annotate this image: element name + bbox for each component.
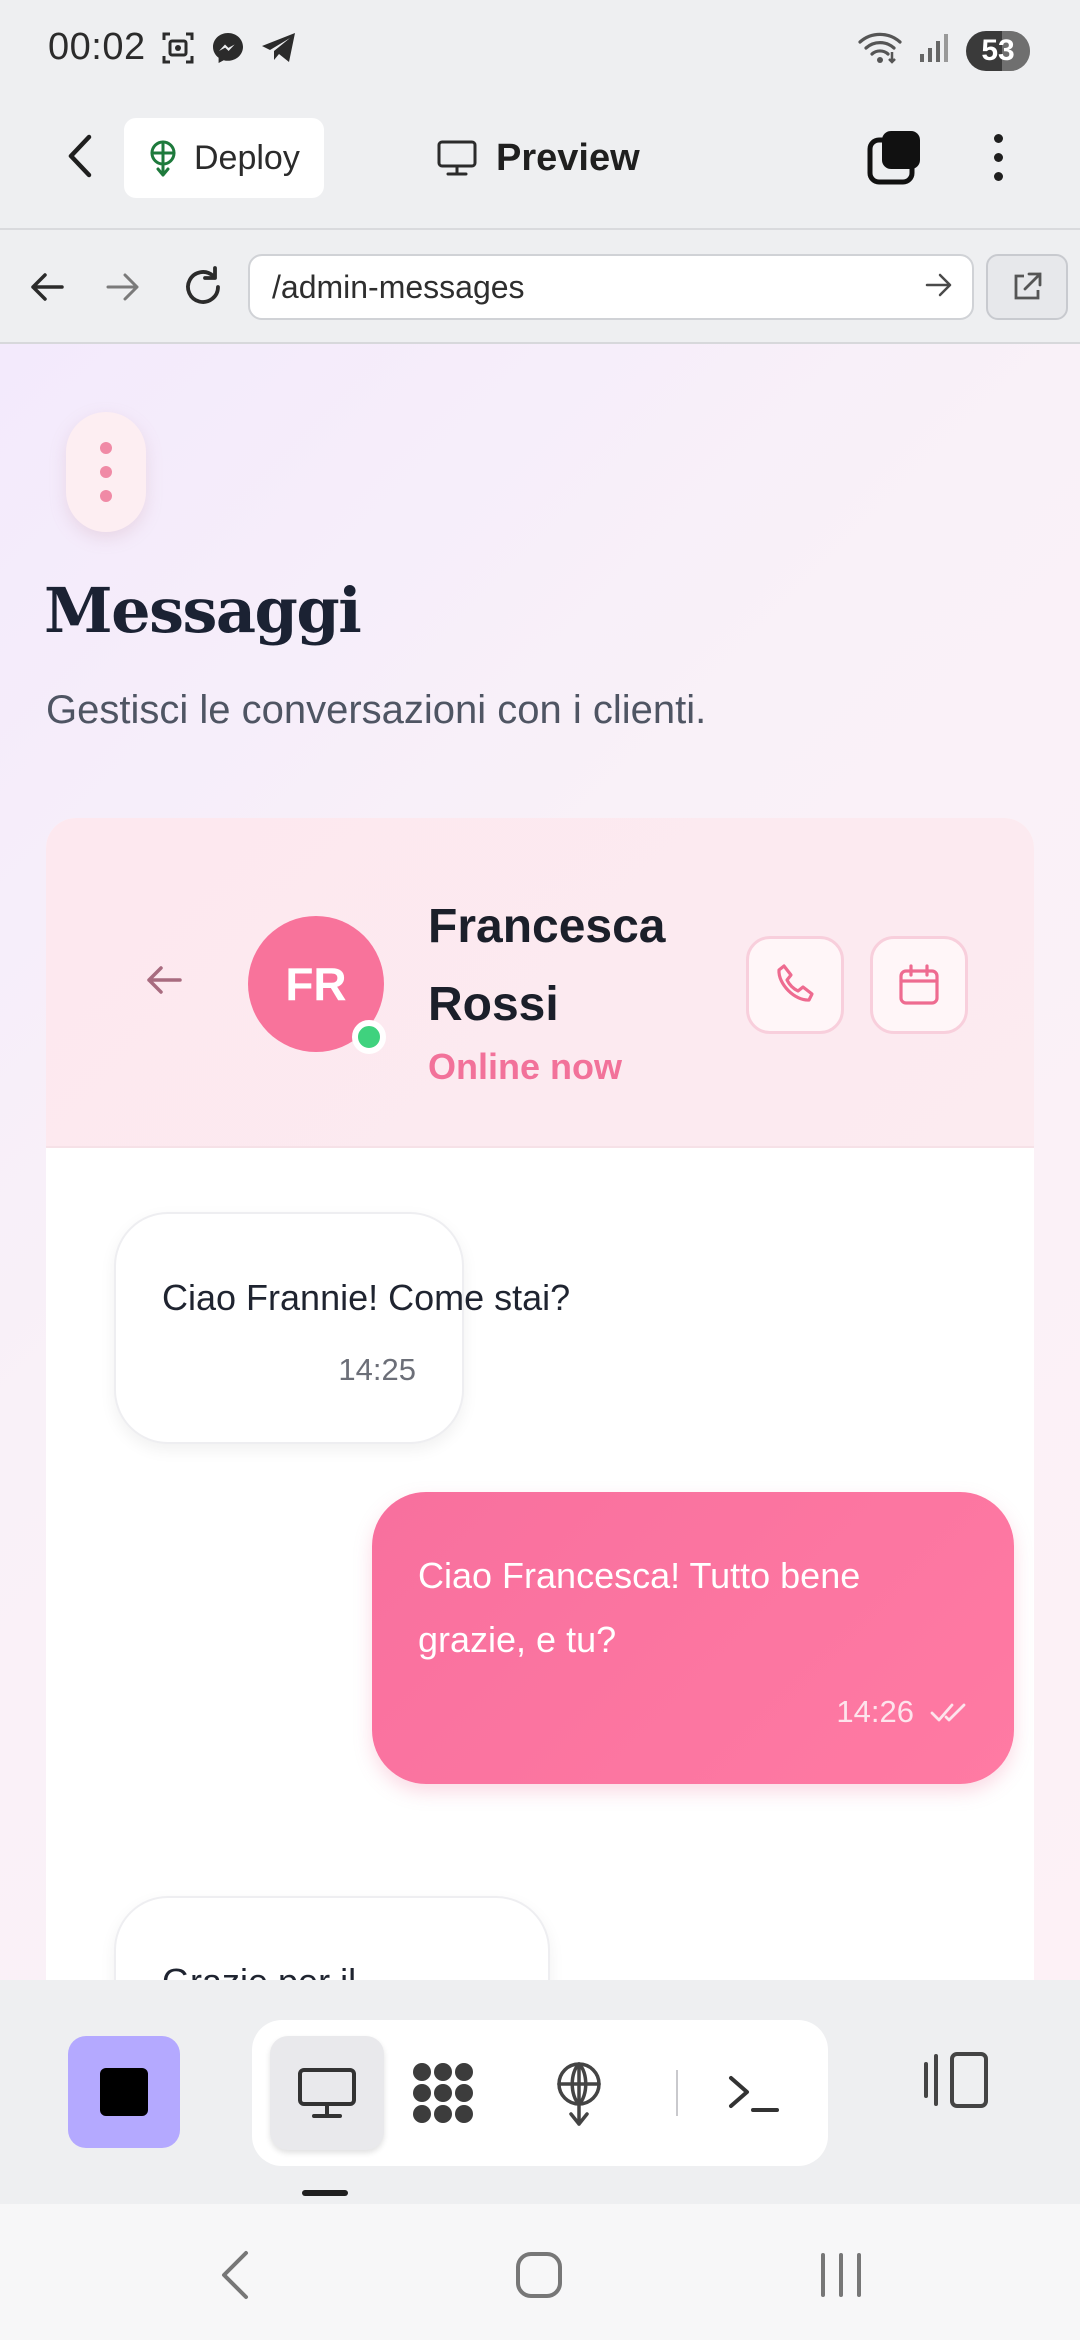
back-button[interactable] — [56, 126, 104, 186]
reload-button[interactable] — [176, 260, 230, 314]
page-subtitle: Gestisci le conversazioni con i clienti. — [46, 688, 707, 732]
call-button[interactable] — [746, 936, 844, 1034]
contact-status: Online now — [428, 1046, 622, 1087]
page-content: Messaggi Gestisci le conversazioni con i… — [0, 344, 1080, 1980]
home-icon — [516, 2252, 562, 2298]
message-text: Ciao Frannie! Come stai? — [162, 1277, 571, 1318]
url-text: /admin-messages — [272, 268, 525, 305]
battery-indicator: 53 — [966, 30, 1030, 71]
system-home-button[interactable] — [504, 2240, 574, 2310]
deploy-label: Deploy — [194, 138, 300, 177]
schedule-button[interactable] — [870, 936, 968, 1034]
chat-header: FR Francesca Rossi Online now — [46, 818, 1034, 1148]
dot-icon — [100, 466, 112, 478]
status-system-icons: 53 — [858, 30, 1030, 71]
more-options-button[interactable] — [978, 122, 1018, 192]
chat-back-button[interactable] — [138, 954, 190, 1006]
wifi-icon — [858, 30, 902, 71]
message-meta: 14:26 — [418, 1680, 968, 1744]
terminal-icon — [729, 2076, 779, 2112]
online-status-dot — [352, 1020, 386, 1054]
dot-icon — [993, 171, 1003, 181]
message-meta: 14:25 — [162, 1338, 416, 1402]
bottom-toolbar — [0, 1980, 1080, 2204]
deploy-icon — [557, 2062, 601, 2126]
tool-group — [252, 2020, 828, 2166]
chevron-left-icon — [222, 2251, 248, 2299]
system-back-button[interactable] — [200, 2240, 270, 2310]
browser-back-button[interactable] — [20, 260, 74, 314]
dot-icon — [100, 442, 112, 454]
preview-label: Preview — [496, 136, 640, 179]
message-text: Ciao Francesca! Tutto bene grazie, e tu? — [418, 1555, 861, 1660]
signal-icon — [916, 30, 952, 71]
message-time: 14:26 — [836, 1694, 914, 1729]
status-time: 00:02 — [48, 26, 146, 68]
preview-tab[interactable]: Preview — [436, 126, 640, 190]
contact-name: Francesca Rossi — [428, 900, 666, 1031]
double-check-icon — [930, 1703, 966, 1722]
tool-preview[interactable] — [270, 2036, 384, 2150]
integrations-icon — [413, 2063, 473, 2123]
message-bubble-incoming[interactable]: Grazie per il bellissimo lavoro! A prest… — [114, 1896, 550, 1980]
tool-terminal[interactable] — [696, 2036, 810, 2150]
telegram-icon — [260, 30, 298, 71]
dot-icon — [100, 490, 112, 502]
tabs-switcher-button[interactable] — [866, 128, 924, 186]
deploy-button[interactable]: Deploy — [124, 118, 324, 198]
stop-button[interactable] — [68, 2036, 180, 2148]
panel-toggle-button[interactable] — [916, 2040, 996, 2120]
chevron-left-icon — [68, 134, 92, 178]
monitor-icon — [437, 140, 477, 176]
status-bar: 00:02 53 — [0, 0, 1080, 86]
reload-icon — [186, 266, 220, 304]
arrow-left-icon — [31, 273, 64, 301]
message-bubble-incoming[interactable]: Ciao Frannie! Come stai? 14:25 — [114, 1212, 571, 1444]
toolbar-divider — [676, 2070, 678, 2116]
system-navigation-bar — [0, 2204, 1080, 2340]
deploy-icon — [150, 140, 176, 177]
battery-level: 53 — [981, 33, 1015, 67]
chat-card: FR Francesca Rossi Online now Ciao Frann… — [46, 818, 1034, 1980]
system-recents-button[interactable] — [806, 2240, 876, 2310]
monitor-icon — [298, 2068, 356, 2118]
browser-url-row: /admin-messages — [0, 230, 1080, 344]
message-time: 14:25 — [338, 1352, 416, 1387]
stop-icon — [100, 2068, 148, 2116]
status-notification-icons — [160, 30, 298, 71]
screenshot-icon — [160, 30, 196, 71]
tabs-icon — [867, 131, 920, 185]
page-title: Messaggi — [44, 574, 362, 647]
url-input[interactable]: /admin-messages — [248, 254, 974, 320]
tool-deploy[interactable] — [522, 2036, 636, 2150]
go-icon[interactable] — [924, 270, 954, 308]
dot-icon — [993, 133, 1003, 143]
arrow-left-icon — [147, 966, 182, 994]
app-header: Deploy Preview — [0, 86, 1080, 230]
phone-icon — [777, 964, 814, 1002]
browser-forward-button[interactable] — [96, 260, 150, 314]
recents-icon — [821, 2253, 861, 2297]
message-text: Grazie per il bellissimo lavoro! A prest… — [162, 1950, 502, 1980]
panel-icon — [924, 2052, 988, 2108]
calendar-icon — [899, 964, 939, 1005]
arrow-right-icon — [106, 273, 139, 301]
tool-integrations[interactable] — [386, 2036, 500, 2150]
dot-icon — [993, 152, 1003, 162]
external-link-icon — [1014, 272, 1042, 300]
active-tool-indicator — [302, 2190, 348, 2196]
page-menu-button[interactable] — [66, 412, 146, 532]
messenger-icon — [210, 30, 246, 71]
open-external-button[interactable] — [986, 254, 1068, 320]
message-bubble-outgoing[interactable]: Ciao Francesca! Tutto bene grazie, e tu?… — [372, 1492, 1014, 1784]
